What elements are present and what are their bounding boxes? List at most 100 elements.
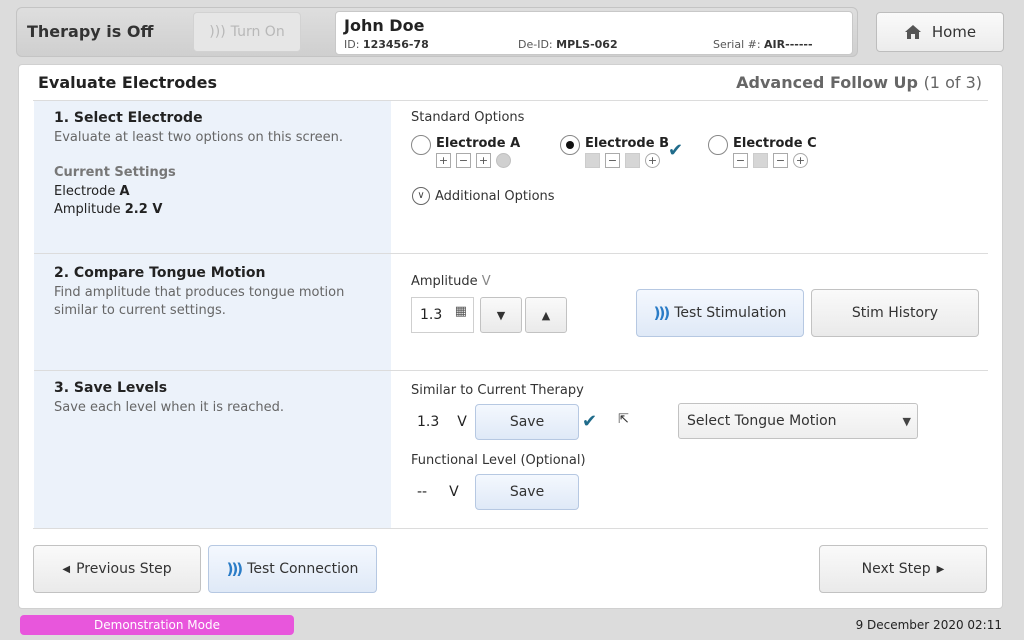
save-functional-button[interactable]: Save: [475, 474, 579, 510]
section-title: 2. Compare Tongue Motion: [54, 265, 266, 281]
electrode-b-radio[interactable]: [560, 135, 580, 155]
amplitude-unit: V: [481, 274, 491, 289]
wireless-icon: ))): [209, 24, 226, 40]
date-time: 9 December 2020 02:11: [855, 618, 1002, 632]
test-connection-label: Test Connection: [247, 561, 359, 577]
chevron-down-icon: ∨: [412, 187, 430, 205]
section-title: 1. Select Electrode: [54, 110, 203, 126]
contact-minus: −: [773, 153, 788, 168]
tongue-motion-select[interactable]: Select Tongue Motion ▼: [678, 403, 918, 439]
amplitude-label: Amplitude V: [411, 274, 491, 289]
current-amplitude-prefix: Amplitude: [54, 202, 121, 217]
compare-tongue-motion-section: 2. Compare Tongue Motion Find amplitude …: [34, 254, 988, 371]
contact-minus: −: [733, 153, 748, 168]
turn-on-label: Turn On: [230, 24, 285, 40]
test-connection-button[interactable]: ))) Test Connection: [208, 545, 377, 593]
wireless-signal-icon: ))): [226, 560, 244, 578]
triangle-right-icon: ▶: [936, 563, 945, 575]
test-stimulation-button[interactable]: ))) Test Stimulation: [636, 289, 804, 337]
electrode-c-label[interactable]: Electrode C: [733, 136, 817, 151]
case-contact-plus: +: [645, 153, 660, 168]
save-label: Save: [509, 484, 545, 500]
current-electrode-value: A: [119, 184, 130, 199]
contact-off: [585, 153, 600, 168]
current-settings-label: Current Settings: [54, 165, 176, 180]
amplitude-down-button[interactable]: ▼: [480, 297, 522, 333]
similar-unit: V: [457, 414, 467, 430]
amplitude-input[interactable]: 1.3 ▦: [411, 297, 474, 333]
home-button[interactable]: Home: [876, 12, 1004, 52]
device-serial-value: AIR------: [764, 38, 813, 51]
functional-unit: V: [449, 484, 459, 500]
patient-id-value: 123456-78: [362, 38, 429, 51]
electrode-a-contacts: + − +: [436, 153, 511, 168]
contact-plus: +: [476, 153, 491, 168]
functional-level-label: Functional Level (Optional): [411, 453, 586, 468]
dropdown-arrow-icon: ▼: [902, 414, 911, 428]
electrode-a-radio[interactable]: [411, 135, 431, 155]
previous-step-label: Previous Step: [76, 561, 172, 577]
contact-off: [625, 153, 640, 168]
similar-value: 1.3: [417, 414, 440, 430]
next-step-button[interactable]: Next Step ▶: [819, 545, 987, 593]
functional-level-value: -- V: [411, 475, 469, 509]
additional-options-toggle[interactable]: ∨ Additional Options: [412, 187, 555, 205]
top-bar: Therapy is Off ))) Turn On John Doe ID: …: [16, 7, 858, 57]
amplitude-label-text: Amplitude: [411, 274, 478, 289]
triangle-left-icon: ◀: [62, 563, 71, 575]
home-icon: [904, 25, 921, 39]
step-progress: Advanced Follow Up (1 of 3): [736, 73, 982, 92]
amplitude-value: 1.3: [420, 307, 443, 323]
test-stimulation-label: Test Stimulation: [674, 305, 787, 321]
checkmark-icon: ✔: [668, 140, 684, 161]
electrode-a-label[interactable]: Electrode A: [436, 136, 520, 151]
save-similar-button[interactable]: Save: [475, 404, 579, 440]
mouse-cursor-icon: ⇱: [618, 412, 629, 427]
step-counter: (1 of 3): [923, 73, 982, 92]
contact-minus: −: [605, 153, 620, 168]
electrode-c-radio[interactable]: [708, 135, 728, 155]
similar-therapy-label: Similar to Current Therapy: [411, 383, 584, 398]
save-label: Save: [509, 414, 545, 430]
divider: [33, 528, 988, 529]
additional-options-label: Additional Options: [435, 188, 555, 204]
therapy-status: Therapy is Off: [27, 22, 154, 41]
electrode-c-contacts: − − +: [733, 153, 808, 168]
next-step-label: Next Step: [861, 561, 931, 577]
patient-name: John Doe: [344, 16, 425, 35]
patient-id: ID: 123456-78: [344, 38, 429, 51]
device-serial: Serial #: AIR------: [713, 38, 813, 51]
tongue-motion-value: Select Tongue Motion: [687, 413, 837, 429]
keypad-icon[interactable]: ▦: [455, 304, 467, 319]
section-description: Evaluate at least two options on this sc…: [54, 130, 344, 145]
stim-history-button[interactable]: Stim History: [811, 289, 979, 337]
section-title: 3. Save Levels: [54, 380, 168, 396]
similar-therapy-value: 1.3 V: [411, 405, 469, 439]
current-electrode: Electrode A: [54, 183, 130, 201]
demo-mode-badge: Demonstration Mode: [20, 615, 294, 635]
checkmark-icon: ✔: [582, 411, 598, 432]
functional-value: --: [417, 484, 428, 500]
current-amplitude-value: 2.2 V: [124, 202, 163, 217]
case-contact-plus: +: [793, 153, 808, 168]
save-levels-section: 3. Save Levels Save each level when it i…: [34, 371, 988, 529]
current-electrode-prefix: Electrode: [54, 184, 116, 199]
section-info: 2. Compare Tongue Motion Find amplitude …: [34, 254, 391, 370]
section-description: Find amplitude that produces tongue moti…: [54, 285, 345, 318]
electrode-b-label[interactable]: Electrode B: [585, 136, 669, 151]
wireless-signal-icon: ))): [653, 304, 671, 322]
evaluate-electrodes-panel: Evaluate Electrodes Advanced Follow Up (…: [18, 64, 1003, 609]
section-description: Save each level when it is reached.: [54, 400, 284, 415]
triangle-up-icon: ▲: [541, 308, 551, 322]
patient-id-label: ID:: [344, 38, 360, 51]
previous-step-button[interactable]: ◀ Previous Step: [33, 545, 201, 593]
current-amplitude: Amplitude 2.2 V: [54, 201, 162, 219]
amplitude-up-button[interactable]: ▲: [525, 297, 567, 333]
triangle-down-icon: ▼: [496, 308, 506, 322]
mode-label: Advanced Follow Up: [736, 73, 918, 92]
device-serial-label: Serial #:: [713, 38, 761, 51]
patient-deid-label: De-ID:: [518, 38, 553, 51]
select-electrode-section: 1. Select Electrode Evaluate at least tw…: [34, 101, 988, 254]
contact-plus: +: [436, 153, 451, 168]
turn-on-button[interactable]: ))) Turn On: [193, 12, 301, 52]
